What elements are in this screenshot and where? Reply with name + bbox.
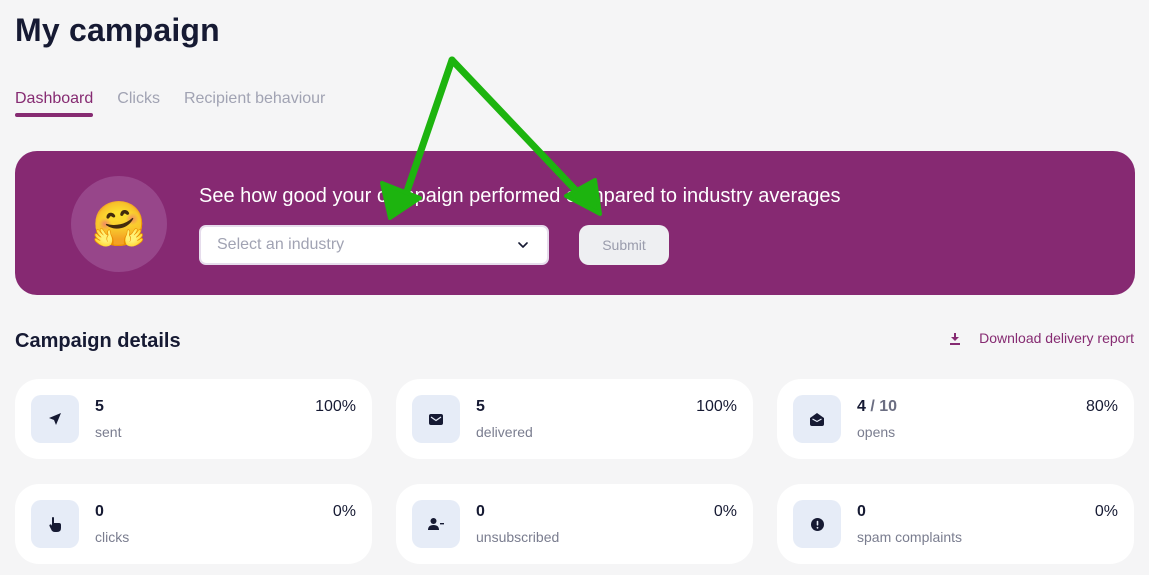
industry-select[interactable]: Select an industry [199, 225, 549, 265]
campaign-page: My campaign Dashboard Clicks Recipient b… [0, 0, 1149, 575]
submit-button[interactable]: Submit [579, 225, 669, 265]
stat-label: opens [857, 424, 896, 440]
pointer-hand-icon [31, 500, 79, 548]
stat-value: 5 [476, 398, 485, 415]
stat-percent: 0% [332, 503, 356, 520]
envelope-icon [412, 395, 460, 443]
stat-card-sent: 5 sent 100% [15, 379, 372, 459]
stat-label: unsubscribed [476, 529, 560, 545]
stat-percent: 100% [315, 398, 356, 415]
stat-value: 0 [476, 503, 485, 520]
download-icon [949, 331, 963, 345]
stat-value: 5 [95, 398, 104, 415]
envelope-open-icon [793, 395, 841, 443]
page-title: My campaign [15, 12, 220, 48]
industry-select-placeholder: Select an industry [217, 236, 345, 253]
stat-percent: 0% [713, 503, 737, 520]
download-delivery-report-label: Download delivery report [979, 330, 1134, 346]
stat-card-clicks: 0 clicks 0% [15, 484, 372, 564]
industry-comparison-banner: 🤗 See how good your campaign performed c… [15, 151, 1135, 295]
tab-clicks[interactable]: Clicks [117, 90, 160, 117]
stat-percent: 0% [1094, 503, 1118, 520]
stat-card-spam-complaints: 0 spam complaints 0% [777, 484, 1134, 564]
stat-label: sent [95, 424, 122, 440]
stat-value: 4 / 10 [857, 398, 897, 416]
campaign-details-title: Campaign details [15, 330, 181, 352]
stat-value: 0 [857, 503, 866, 520]
tab-bar: Dashboard Clicks Recipient behaviour [15, 90, 325, 117]
stats-grid: 5 sent 100% 5 delivered 100% 4 / 10 open… [15, 379, 1134, 564]
stat-value-total: / 10 [870, 398, 898, 415]
stat-label: clicks [95, 529, 130, 545]
stat-percent: 80% [1085, 398, 1118, 415]
user-minus-icon [412, 500, 460, 548]
stat-value-count: 4 [857, 398, 866, 415]
send-icon [31, 395, 79, 443]
stat-percent: 100% [696, 398, 737, 415]
banner-text: See how good your campaign performed com… [199, 185, 841, 207]
stat-label: delivered [476, 424, 533, 440]
tab-dashboard[interactable]: Dashboard [15, 90, 94, 117]
chevron-down-icon [517, 239, 529, 251]
stat-label: spam complaints [857, 529, 963, 545]
stat-card-opens: 4 / 10 opens 80% [777, 379, 1134, 459]
alert-circle-icon [793, 500, 841, 548]
stat-card-delivered: 5 delivered 100% [396, 379, 753, 459]
stat-card-unsubscribed: 0 unsubscribed 0% [396, 484, 753, 564]
stat-value: 0 [95, 503, 104, 520]
tab-recipient-behaviour[interactable]: Recipient behaviour [184, 90, 325, 117]
download-delivery-report-link[interactable]: Download delivery report [949, 330, 1134, 346]
hugging-face-emoji-icon: 🤗 [71, 176, 167, 272]
